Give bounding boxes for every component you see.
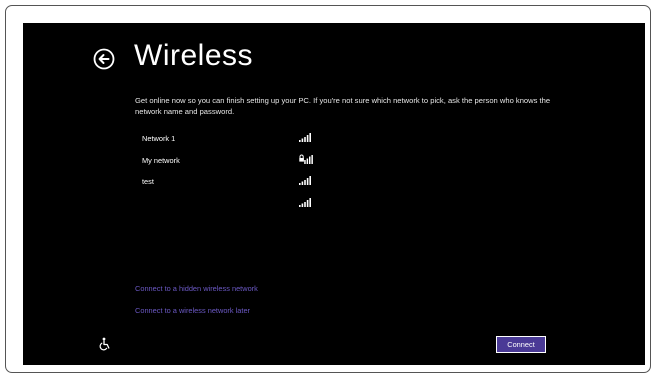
network-item[interactable]: Network 1 (131, 129, 331, 151)
back-button[interactable] (93, 48, 115, 70)
page-title: Wireless (134, 39, 254, 72)
ease-of-access-icon (99, 337, 110, 351)
connect-button[interactable]: Connect (496, 336, 546, 353)
network-item[interactable]: test (131, 172, 331, 194)
connect-hidden-network-link[interactable]: Connect to a hidden wireless network (135, 284, 258, 293)
ease-of-access-button[interactable] (97, 337, 111, 351)
page-description: Get online now so you can finish setting… (135, 96, 551, 116)
wifi-signal-icon (299, 133, 311, 142)
network-name: test (142, 177, 154, 186)
wifi-signal-icon (299, 176, 311, 185)
screenshot-frame: Wireless Get online now so you can finis… (5, 5, 651, 373)
network-name: Network 1 (142, 134, 176, 143)
network-list: Network 1 My network test (131, 129, 331, 215)
network-name: My network (142, 155, 180, 165)
network-item[interactable] (131, 194, 331, 216)
wifi-signal-icon (299, 197, 311, 207)
connect-later-link[interactable]: Connect to a wireless network later (135, 306, 250, 315)
network-item[interactable]: My network (131, 151, 331, 173)
lock-icon (299, 154, 304, 162)
setup-screen: Wireless Get online now so you can finis… (23, 23, 645, 365)
wifi-secured-signal-icon (299, 154, 313, 164)
back-arrow-circle-icon (93, 48, 115, 70)
